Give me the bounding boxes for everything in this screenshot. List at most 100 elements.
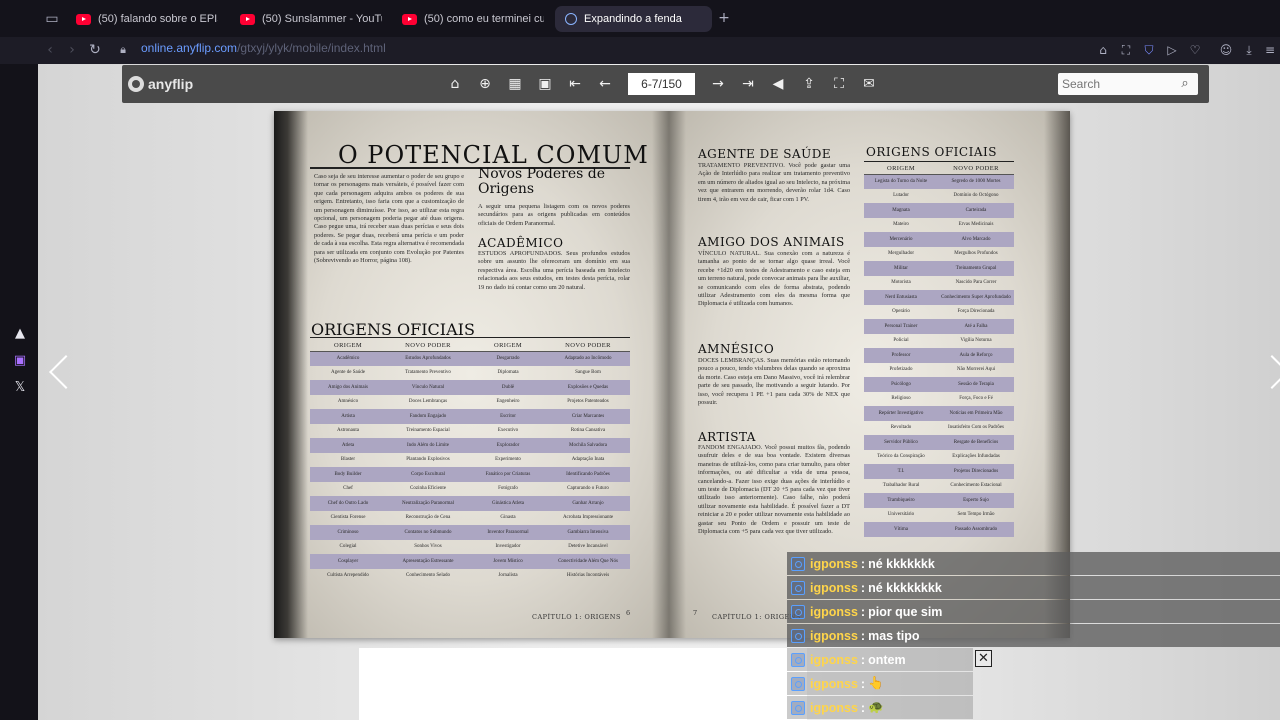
address-bar[interactable]: online.anyflip.com/gtxyj/ylyk/mobile/ind…: [141, 40, 386, 56]
thumbnails-icon[interactable]: ▦: [506, 75, 524, 93]
reload-icon[interactable]: ↻: [85, 40, 105, 60]
search-input[interactable]: [1062, 75, 1172, 93]
table-row: Nerd Entusiasta Conhecimento Super Aprofu…: [864, 290, 1014, 305]
play-icon[interactable]: ▷: [1162, 40, 1182, 60]
table-cell: Psicólogo: [864, 377, 938, 392]
twitch-icon[interactable]: ▣: [12, 353, 28, 369]
table-row: Psicólogo Sessão de Terapia: [864, 377, 1014, 392]
chat-badge-icon: [791, 628, 805, 643]
table-cell: Capturando o Futuro: [567, 486, 609, 491]
table-cell: Ginasta: [500, 515, 516, 520]
share-icon[interactable]: ⇪: [800, 75, 818, 93]
zoom-icon[interactable]: ⊕: [476, 75, 494, 93]
heart-icon[interactable]: ♡: [1185, 40, 1205, 60]
table-row: Cultista Arrependido Conhecimento Selado J…: [310, 569, 630, 584]
forward-icon[interactable]: ›: [62, 40, 82, 60]
chat-separator: :: [860, 652, 866, 667]
search-icon[interactable]: ⌕: [1177, 76, 1193, 92]
chat-text: mas tipo: [868, 628, 920, 643]
profile-icon[interactable]: ☺: [1216, 40, 1236, 60]
back-icon[interactable]: ‹: [40, 40, 60, 60]
table-cell: Mochila Salvadora: [546, 438, 630, 453]
previous-page-arrow[interactable]: [46, 352, 76, 398]
tab-youtube-2[interactable]: (50) Sunslammer - YouTu: [230, 6, 382, 32]
table-row: Amigo dos Animais Vínculo Natural Dublê Exp…: [310, 380, 630, 395]
chat-badge-icon: [791, 580, 805, 595]
table-title: ORIGENS OFICIAIS: [866, 145, 997, 159]
tab-youtube-1[interactable]: (50) falando sobre o EPIS: [66, 6, 218, 32]
table-cell: Conectividade Além Que Nós: [546, 554, 630, 569]
table-cell: Profetizado: [889, 367, 913, 372]
subtitle: Novos Poderes de Origens: [478, 166, 606, 197]
new-tab-button[interactable]: +: [714, 8, 734, 28]
table-row: Profetizado Não Morrerei Aqui: [864, 363, 1014, 378]
table-cell: Passado Assombrado: [938, 522, 1014, 537]
chat-separator: :: [860, 628, 866, 643]
screenshot-icon[interactable]: ⛶: [1116, 40, 1136, 60]
table-cell: Alvo Marcado: [938, 232, 1014, 247]
table-row: Legista do Turno da Noite Segredo de 1000…: [864, 174, 1014, 189]
home-icon[interactable]: ⌂: [446, 75, 464, 93]
email-icon[interactable]: ✉: [860, 75, 878, 93]
download-icon[interactable]: ⤓: [1239, 40, 1259, 60]
single-page-icon[interactable]: ▣: [536, 75, 554, 93]
table-cell: Experimento: [495, 457, 521, 462]
table-cell: Corpo Escultural: [386, 467, 470, 482]
chat-username: igponss: [810, 652, 858, 667]
intro-text: Caso seja de seu interesse aumentar o po…: [314, 173, 464, 265]
table-row: Trambiqueiro Esperto Sujo: [864, 493, 1014, 508]
tab-active[interactable]: Expandindo a fenda: [555, 6, 712, 32]
table-cell: Agente de Saúde: [331, 370, 365, 375]
lock-icon: 🔒︎: [120, 43, 126, 56]
pin-icon[interactable]: ⌂: [1093, 40, 1113, 60]
table-cell: Ganhar Arranjo: [546, 496, 630, 511]
youtube-icon: [76, 13, 91, 25]
table-row: Cientista Forense Reconstrução de Cena Gin…: [310, 511, 630, 526]
tab-overview-icon[interactable]: ▭: [42, 9, 62, 29]
chat-username: igponss: [810, 628, 858, 643]
table-row: Repórter Investigativo Notícias em Primei…: [864, 406, 1014, 421]
chat-overlay: igponss: né kkkkkkk igponss: né kkkkkkkk i…: [787, 552, 1280, 720]
table-header: NOVO PODER: [386, 340, 470, 352]
page-number: 7: [693, 609, 698, 617]
next-page-icon[interactable]: →: [709, 75, 727, 93]
x-icon[interactable]: 𝕏: [12, 380, 28, 396]
menu-icon[interactable]: ≡: [1260, 40, 1280, 60]
next-page-arrow[interactable]: [1260, 352, 1280, 398]
table-cell: Investigador: [495, 544, 521, 549]
first-page-icon[interactable]: ⇤: [566, 75, 584, 93]
previous-page-icon[interactable]: ←: [596, 75, 614, 93]
last-page-icon[interactable]: ⇥: [739, 75, 757, 93]
chat-text: né kkkkkkkk: [868, 580, 942, 595]
table-cell: Rotina Cansativa: [570, 428, 606, 433]
table-rule: [310, 337, 630, 338]
table-cell: Professor: [864, 348, 938, 363]
table-cell: Indo Além do Limite: [386, 438, 470, 453]
chat-message: igponss: né kkkkkkk: [787, 552, 1280, 575]
sound-icon[interactable]: ◀: [769, 75, 787, 93]
origins-table-left: ORIGEM NOVO PODER ORIGEM NOVO PODER Acad…: [310, 340, 630, 583]
aria-icon[interactable]: ▲: [12, 326, 28, 342]
section-text: FANDOM ENGAJADO. Você possui muitos fãs,…: [698, 444, 850, 536]
table-cell: Jovem Místico: [470, 554, 546, 569]
table-cell: Teórico da Conspiração: [877, 454, 925, 459]
table-row: Policial Vigília Noturna: [864, 334, 1014, 349]
table-cell: Até a Falha: [938, 319, 1014, 334]
close-icon[interactable]: ✕: [975, 650, 992, 667]
chat-text: 👆: [868, 676, 884, 690]
table-cell: Cultista Arrependido: [327, 573, 369, 578]
anyflip-logo[interactable]: anyflip: [128, 75, 193, 93]
table-cell: Não Morrerei Aqui: [956, 367, 996, 372]
table-cell: Tratamento Preventivo: [405, 370, 451, 375]
page-number-input[interactable]: [628, 73, 695, 95]
shield-icon[interactable]: ⛉: [1139, 40, 1159, 60]
table-cell: Vítima: [864, 522, 938, 537]
section-text: ESTUDOS APROFUNDADOS. Seus profundos est…: [478, 250, 630, 291]
tab-youtube-3[interactable]: (50) como eu terminei cu: [392, 6, 544, 32]
fullscreen-icon[interactable]: ⛶: [830, 75, 848, 93]
anyflip-logo-icon: [128, 76, 144, 92]
table-row: Lutador Domínio do Octógono: [864, 189, 1014, 204]
chat-separator: :: [860, 556, 866, 571]
table-cell: Gambiarra Intensiva: [546, 525, 630, 540]
table-cell: Domínio do Octógono: [953, 193, 999, 198]
